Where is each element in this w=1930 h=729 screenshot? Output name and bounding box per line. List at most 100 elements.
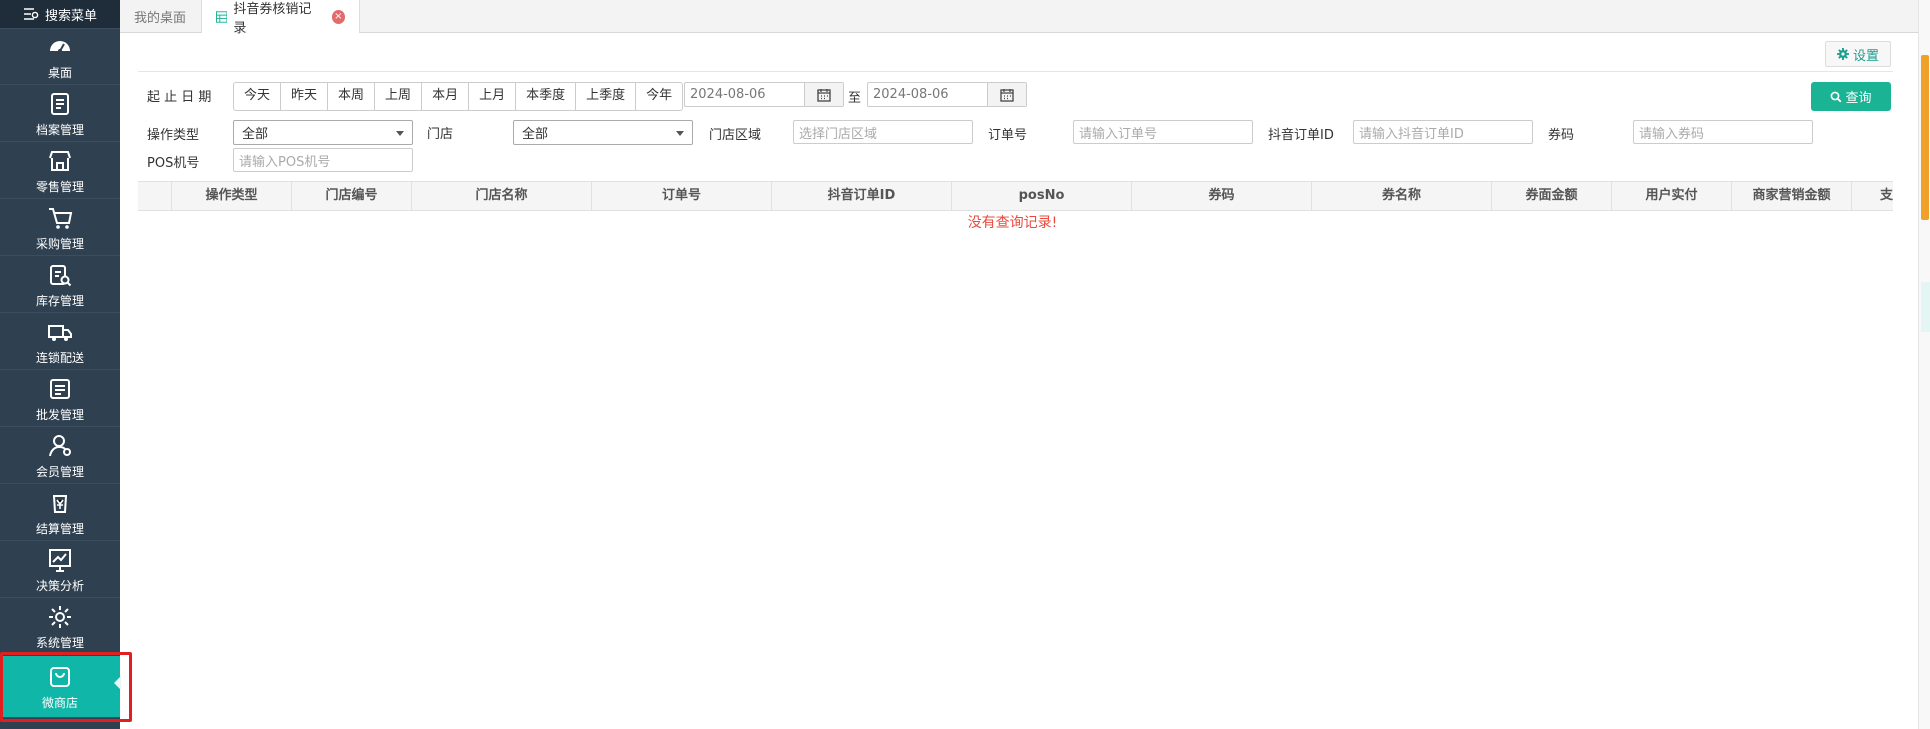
op-type-label: 操作类型 (147, 128, 200, 143)
quick-date-this-quarter[interactable]: 本季度 (516, 83, 577, 110)
yuan-icon (52, 495, 68, 513)
column-header[interactable]: 券名称 (1312, 182, 1492, 210)
gear-icon (1836, 48, 1849, 60)
sidebar-item-system[interactable]: 系统管理 (0, 599, 120, 655)
coupon-label: 券码 (1548, 128, 1575, 143)
tab-label: 我的桌面 (134, 10, 187, 26)
sidebar-item-distribution[interactable]: 连锁配送 (0, 314, 120, 370)
store-value: 全部 (522, 127, 549, 142)
sidebar-item-label: 库存管理 (35, 294, 84, 308)
quick-date-today[interactable]: 今天 (234, 83, 282, 110)
quick-date-last-week[interactable]: 上周 (375, 83, 423, 110)
divider (138, 71, 1893, 72)
vertical-scrollbar[interactable] (1918, 0, 1930, 729)
column-header[interactable]: 操作类型 (172, 182, 292, 210)
store-select[interactable]: 全部 (513, 120, 693, 145)
tab-my-desktop[interactable]: 我的桌面 (120, 0, 202, 32)
sidebar-item-wholesale[interactable]: 批发管理 (0, 371, 120, 427)
column-header[interactable]: 用户实付 (1612, 182, 1732, 210)
column-header[interactable]: posNo (952, 182, 1132, 210)
column-header[interactable]: 订单号 (592, 182, 772, 210)
end-date-input[interactable]: 2024-08-06 (867, 82, 1027, 107)
quick-date-this-year[interactable]: 今年 (636, 83, 682, 110)
quick-date-last-quarter[interactable]: 上季度 (576, 83, 637, 110)
query-button[interactable]: 查询 (1811, 82, 1891, 111)
sidebar-item-analysis[interactable]: 决策分析 (0, 542, 120, 598)
douyin-order-label: 抖音订单ID (1268, 128, 1334, 143)
inventory-icon (50, 265, 72, 287)
column-header[interactable]: 门店名称 (412, 182, 592, 210)
column-header[interactable]: 券码 (1132, 182, 1312, 210)
quick-date-group: 今天 昨天 本周 上周 本月 上月 本季度 上季度 今年 (233, 82, 684, 111)
sidebar-item-purchase[interactable]: 采购管理 (0, 200, 120, 256)
sidebar-item-label: 零售管理 (35, 180, 84, 194)
close-icon[interactable]: × (331, 9, 346, 24)
op-type-value: 全部 (242, 127, 269, 142)
search-icon (1831, 91, 1842, 102)
chart-icon (49, 549, 71, 572)
tab-bar: 我的桌面 抖音券核销记录 × (120, 0, 1930, 36)
scrollbar-thumb[interactable] (1921, 55, 1929, 220)
quick-date-yesterday[interactable]: 昨天 (281, 83, 329, 110)
sidebar-item-label: 系统管理 (35, 636, 84, 650)
side-panel-handle[interactable] (1921, 282, 1930, 332)
shopping-bag-icon (50, 667, 70, 687)
quick-date-this-week[interactable]: 本周 (328, 83, 376, 110)
order-label: 订单号 (988, 128, 1028, 143)
column-header[interactable]: 券面金额 (1492, 182, 1612, 210)
query-label: 查询 (1845, 91, 1872, 106)
douyin-order-input[interactable]: 请输入抖音订单ID (1353, 120, 1533, 144)
sidebar-item-settlement[interactable]: 结算管理 (0, 485, 120, 541)
store-icon (49, 151, 71, 171)
date-to-label: 至 (848, 91, 862, 106)
wholesale-icon (50, 379, 70, 399)
active-indicator (114, 676, 121, 690)
region-input[interactable]: 选择门店区域 (793, 120, 973, 144)
sidebar-item-archive[interactable]: 档案管理 (0, 86, 120, 142)
sidebar-item-label: 决策分析 (35, 579, 84, 593)
archive-icon (51, 93, 69, 115)
member-icon (49, 435, 71, 457)
dashboard-icon (50, 41, 70, 53)
end-date-value: 2024-08-06 (873, 87, 949, 102)
sidebar-item-label: 桌面 (47, 66, 72, 80)
tab-douyin-coupon-record[interactable]: 抖音券核销记录 × (202, 0, 360, 36)
start-date-input[interactable]: 2024-08-06 (684, 82, 844, 107)
op-type-select[interactable]: 全部 (233, 120, 413, 145)
calendar-icon[interactable] (987, 83, 1026, 106)
sidebar-item-inventory[interactable]: 库存管理 (0, 257, 120, 313)
chevron-down-icon (396, 131, 404, 136)
sidebar-item-label: 微商店 (41, 696, 78, 710)
column-header[interactable]: 抖音订单ID (772, 182, 952, 210)
sidebar-item-label: 采购管理 (35, 237, 84, 251)
sidebar-item-label: 连锁配送 (35, 351, 84, 365)
tab-label: 抖音券核销记录 (233, 1, 312, 36)
column-header[interactable]: 商家营销金额 (1732, 182, 1852, 210)
table-icon (216, 10, 228, 23)
gear-icon (49, 606, 71, 628)
truck-icon (48, 325, 72, 341)
settings-button[interactable]: 设置 (1825, 41, 1891, 67)
empty-message: 没有查询记录! (967, 215, 1058, 231)
coupon-input[interactable]: 请输入券码 (1633, 120, 1813, 144)
sidebar-item-microstore[interactable]: 微商店 (0, 656, 121, 718)
order-input[interactable]: 请输入订单号 (1073, 120, 1253, 144)
sidebar-item-retail[interactable]: 零售管理 (0, 143, 120, 199)
quick-date-last-month[interactable]: 上月 (469, 83, 517, 110)
pos-input[interactable]: 请输入POS机号 (233, 148, 413, 172)
sidebar-item-label: 会员管理 (35, 465, 84, 479)
sidebar-item-label: 结算管理 (35, 522, 84, 536)
sidebar-item-member[interactable]: 会员管理 (0, 428, 120, 484)
column-header[interactable]: 门店编号 (292, 182, 412, 210)
search-menu-button[interactable]: 搜索菜单 (0, 0, 120, 29)
sidebar-item-desktop[interactable]: 桌面 (0, 29, 120, 85)
cart-icon (49, 208, 73, 229)
store-label: 门店 (427, 127, 454, 142)
chevron-down-icon (676, 131, 684, 136)
table-checkbox-column (138, 182, 172, 210)
search-menu-label: 搜索菜单 (44, 8, 97, 24)
calendar-icon[interactable] (804, 83, 843, 106)
quick-date-this-month[interactable]: 本月 (422, 83, 470, 110)
pos-label: POS机号 (147, 156, 200, 171)
column-header[interactable]: 支付 (1852, 182, 1893, 210)
